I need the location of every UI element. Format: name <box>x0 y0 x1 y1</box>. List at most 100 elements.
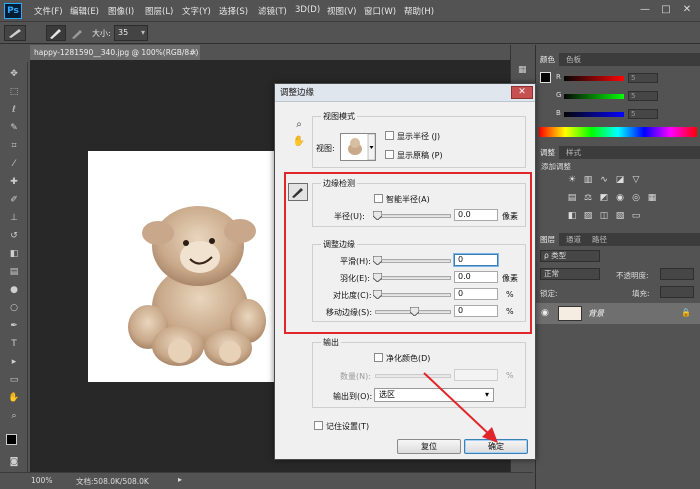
menu-image[interactable]: 图像(I) <box>108 5 134 17</box>
decontaminate-checkbox[interactable] <box>374 353 383 362</box>
brush-tool-icon[interactable]: ✐ <box>7 194 21 206</box>
history-panel-icon[interactable]: ▦ <box>518 65 527 75</box>
tab-swatches[interactable]: 色板 <box>562 53 585 66</box>
quick-select-tool-icon[interactable]: ✎ <box>7 122 21 134</box>
photo-filter-icon[interactable]: ◉ <box>614 193 626 204</box>
hue-saturation-icon[interactable]: ▤ <box>566 193 578 204</box>
tab-paths[interactable]: 路径 <box>588 233 611 246</box>
layer-row-background[interactable]: ◉ 背景 🔒 <box>536 303 700 324</box>
healing-brush-tool-icon[interactable]: ✚ <box>7 176 21 188</box>
visibility-eye-icon[interactable]: ◉ <box>541 308 549 318</box>
threshold-icon[interactable]: ◫ <box>598 211 610 222</box>
view-select[interactable] <box>340 133 376 161</box>
vibrance-icon[interactable]: ▽ <box>630 175 642 186</box>
clone-stamp-tool-icon[interactable]: ⊥ <box>7 212 21 224</box>
slider-thumb-icon[interactable] <box>373 211 382 220</box>
menu-filter[interactable]: 滤镜(T) <box>258 5 287 17</box>
maximize-button[interactable]: □ <box>659 4 673 16</box>
selective-color-icon[interactable]: ▧ <box>614 211 626 222</box>
blur-tool-icon[interactable]: ● <box>7 284 21 296</box>
hand-icon[interactable]: ✋ <box>292 135 306 149</box>
radius-slider[interactable] <box>373 211 451 220</box>
close-icon[interactable]: ✕ <box>511 86 533 99</box>
feather-input[interactable]: 0.0 <box>454 271 498 283</box>
slider-thumb-icon[interactable] <box>373 290 382 299</box>
menu-view[interactable]: 视图(V) <box>327 5 356 17</box>
menu-type[interactable]: 文字(Y) <box>182 5 211 17</box>
crop-tool-icon[interactable]: ⌗ <box>7 140 21 152</box>
shift-edge-slider[interactable] <box>375 307 451 316</box>
size-input[interactable]: 35 ▾ <box>114 25 148 41</box>
zoom-icon[interactable]: ⌕ <box>292 118 306 132</box>
contrast-input[interactable]: 0 <box>454 288 498 300</box>
pen-tool-icon[interactable]: ✒ <box>7 320 21 332</box>
menu-file[interactable]: 文件(F) <box>34 5 63 17</box>
tab-adjustments[interactable]: 调整 <box>536 146 559 159</box>
slider-thumb-icon[interactable] <box>410 307 419 316</box>
levels-icon[interactable]: ▥ <box>582 175 594 186</box>
minimize-button[interactable]: — <box>638 4 652 16</box>
path-select-tool-icon[interactable]: ▸ <box>7 356 21 368</box>
eraser-tool-icon[interactable]: ◧ <box>7 248 21 260</box>
opacity-input[interactable] <box>660 268 694 280</box>
menu-3d[interactable]: 3D(D) <box>295 5 320 15</box>
green-value[interactable]: 5 <box>628 91 658 101</box>
quick-mask-icon[interactable]: ◙ <box>7 456 21 468</box>
black-white-icon[interactable]: ◩ <box>598 193 610 204</box>
red-slider[interactable] <box>564 76 624 81</box>
document-tab[interactable]: happy-1281590__340.jpg @ 100%(RGB/8#) × <box>30 45 200 60</box>
layer-kind-filter[interactable]: ρ 类型 <box>540 250 600 262</box>
lasso-tool-icon[interactable]: ℓ <box>7 104 21 116</box>
blend-mode-select[interactable]: 正常 <box>540 268 600 280</box>
refine-radius-button[interactable] <box>288 183 308 201</box>
green-slider[interactable] <box>564 94 624 99</box>
tab-styles[interactable]: 样式 <box>562 146 585 159</box>
status-menu-arrow-icon[interactable]: ▸ <box>178 475 182 484</box>
color-balance-icon[interactable]: ⚖ <box>582 193 594 204</box>
contrast-slider[interactable] <box>373 290 451 299</box>
curves-icon[interactable]: ∿ <box>598 175 610 186</box>
hand-tool-icon[interactable]: ✋ <box>7 392 21 404</box>
exposure-icon[interactable]: ◪ <box>614 175 626 186</box>
blue-slider[interactable] <box>564 112 624 117</box>
zoom-tool-icon[interactable]: ⌕ <box>7 410 21 422</box>
smooth-input[interactable]: 0 <box>454 254 498 266</box>
history-brush-tool-icon[interactable]: ↺ <box>7 230 21 242</box>
blue-value[interactable]: 5 <box>628 109 658 119</box>
smart-radius-checkbox[interactable] <box>374 194 383 203</box>
menu-window[interactable]: 窗口(W) <box>364 5 396 17</box>
shift-edge-input[interactable]: 0 <box>454 305 498 317</box>
panel-foreground-swatch[interactable] <box>540 72 551 83</box>
foreground-color-swatch[interactable] <box>6 434 17 445</box>
brightness-icon[interactable]: ☀ <box>566 175 578 186</box>
erase-refinements-tool-button[interactable] <box>68 25 86 41</box>
tab-layers[interactable]: 图层 <box>536 233 559 246</box>
eyedropper-tool-icon[interactable]: ⁄ <box>7 158 21 170</box>
type-tool-icon[interactable]: T <box>7 338 21 350</box>
layer-name[interactable]: 背景 <box>588 308 604 319</box>
marquee-tool-icon[interactable]: ⬚ <box>7 86 21 98</box>
move-tool-icon[interactable]: ✥ <box>7 68 21 80</box>
document-canvas[interactable] <box>88 151 278 382</box>
invert-icon[interactable]: ◧ <box>566 211 578 222</box>
show-radius-checkbox[interactable] <box>385 131 394 140</box>
menu-help[interactable]: 帮助(H) <box>404 5 434 17</box>
dodge-tool-icon[interactable]: ○ <box>7 302 21 314</box>
color-lookup-icon[interactable]: ▦ <box>646 193 658 204</box>
menu-layer[interactable]: 图层(L) <box>145 5 173 17</box>
gradient-map-icon[interactable]: ▭ <box>630 211 642 222</box>
radius-input[interactable]: 0.0 <box>454 209 498 221</box>
feather-slider[interactable] <box>373 273 451 282</box>
show-original-checkbox[interactable] <box>385 150 394 159</box>
chevron-down-icon[interactable]: ▾ <box>141 26 145 40</box>
menu-edit[interactable]: 编辑(E) <box>70 5 99 17</box>
shape-tool-icon[interactable]: ▭ <box>7 374 21 386</box>
refine-radius-tool-button[interactable] <box>46 25 66 41</box>
posterize-icon[interactable]: ▨ <box>582 211 594 222</box>
slider-thumb-icon[interactable] <box>373 273 382 282</box>
remember-settings-checkbox[interactable] <box>314 421 323 430</box>
smooth-slider[interactable] <box>373 256 451 265</box>
gradient-tool-icon[interactable]: ▤ <box>7 266 21 278</box>
slider-thumb-icon[interactable] <box>373 256 382 265</box>
fill-input[interactable] <box>660 286 694 298</box>
